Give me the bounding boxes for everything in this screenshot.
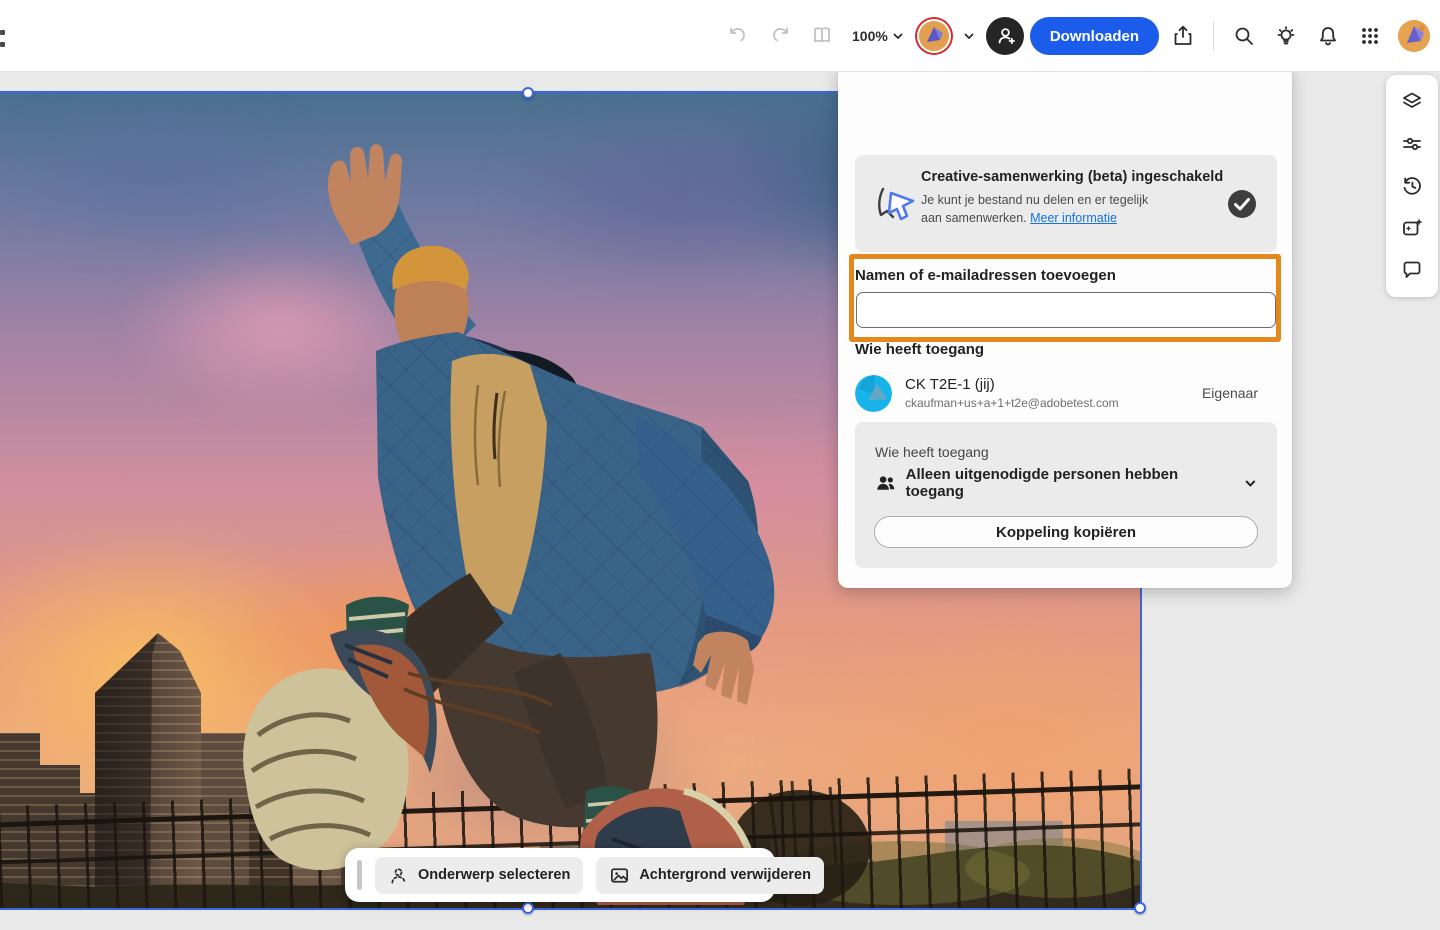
- select-subject-icon: [391, 867, 406, 884]
- access-dropdown[interactable]: Alleen uitgenodigde personen hebben toeg…: [875, 466, 1257, 500]
- selection-handle-corner[interactable]: [1134, 902, 1146, 914]
- collaboration-cursors-icon: [878, 187, 915, 221]
- select-subject-button[interactable]: Onderwerp selecteren: [375, 856, 584, 894]
- redo-icon[interactable]: [762, 18, 798, 54]
- zoom-level-value: 100%: [852, 28, 888, 44]
- idea-bulb-icon[interactable]: [1268, 18, 1304, 54]
- access-option-label: Alleen uitgenodigde personen hebben toeg…: [905, 466, 1179, 500]
- top-toolbar: 100% Downloaden: [0, 0, 1440, 72]
- remove-background-icon: [611, 867, 629, 883]
- collaboration-beta-banner: Creative-samenwerking (beta) ingeschakel…: [855, 155, 1277, 252]
- apps-grid-icon[interactable]: [1352, 18, 1388, 54]
- beta-banner-body: Je kunt je bestand nu delen en er tegeli…: [921, 193, 1149, 225]
- avatar-chevron-icon[interactable]: [958, 18, 980, 54]
- app-window: 100% Downloaden Onderwerp selecteren Ach…: [0, 0, 1440, 930]
- add-people-label: Namen of e-mailadressen toevoegen: [855, 267, 1116, 284]
- notifications-bell-icon[interactable]: [1310, 18, 1346, 54]
- access-box-label: Wie heeft toegang: [875, 444, 989, 460]
- selection-handle-bottom[interactable]: [522, 902, 534, 914]
- add-people-input[interactable]: [856, 292, 1276, 328]
- adjustments-icon[interactable]: [1392, 123, 1432, 165]
- search-icon[interactable]: [1226, 18, 1262, 54]
- owner-avatar: [855, 375, 892, 412]
- undo-icon[interactable]: [720, 18, 756, 54]
- comments-icon[interactable]: [1392, 249, 1432, 291]
- copy-link-button[interactable]: Koppeling kopiëren: [874, 516, 1258, 548]
- layers-icon[interactable]: [1392, 81, 1432, 123]
- toolbar-divider: [1213, 22, 1214, 50]
- profile-avatar[interactable]: [918, 21, 949, 51]
- invite-people-icon: [998, 28, 1015, 45]
- ai-actions-icon[interactable]: [1392, 207, 1432, 249]
- dropdown-chevron-icon: [1245, 480, 1256, 486]
- history-icon[interactable]: [1392, 165, 1432, 207]
- beta-banner-title: Creative-samenwerking (beta) ingeschakel…: [921, 169, 1224, 185]
- selection-handle-top[interactable]: [522, 87, 534, 99]
- export-share-icon[interactable]: [1165, 18, 1201, 54]
- enabled-check-icon: [1228, 190, 1256, 218]
- who-has-access-heading: Wie heeft toegang: [855, 341, 985, 358]
- invite-people-button[interactable]: [985, 17, 1024, 55]
- owner-email: ckaufman+us+a+1+t2e@adobetest.com: [905, 396, 1119, 410]
- quick-actions-bar: Onderwerp selecteren Achtergrond verwijd…: [345, 848, 824, 902]
- right-tool-rail: [1386, 75, 1438, 297]
- partial-menu-icon[interactable]: [0, 28, 5, 52]
- owner-role-badge: Eigenaar: [1201, 385, 1258, 401]
- drag-handle[interactable]: [357, 860, 362, 890]
- zoom-level-control[interactable]: 100%: [846, 18, 910, 54]
- owner-name: CK T2E-1 (jij): [905, 376, 995, 393]
- pages-icon[interactable]: [804, 18, 840, 54]
- zoom-chevron-icon: [893, 33, 903, 39]
- account-avatar[interactable]: [1398, 20, 1430, 52]
- share-document-dialog: Document delen Creative-samenwerking (be…: [838, 64, 1292, 588]
- people-access-icon: [877, 476, 895, 490]
- more-info-link[interactable]: Meer informatie: [1030, 211, 1117, 225]
- remove-background-button[interactable]: Achtergrond verwijderen: [596, 856, 824, 894]
- download-button[interactable]: Downloaden: [1029, 17, 1159, 55]
- link-access-box: Wie heeft toegang Alleen uitgenodigde pe…: [855, 422, 1277, 568]
